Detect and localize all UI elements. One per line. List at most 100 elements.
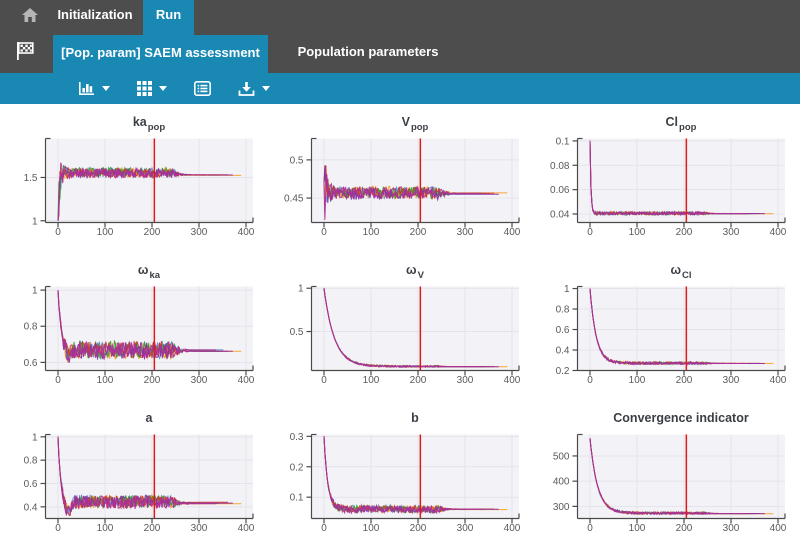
svg-text:200: 200: [410, 227, 427, 238]
svg-text:0.5: 0.5: [290, 327, 304, 338]
tab-saem-assessment[interactable]: [Pop. param] SAEM assessment: [53, 35, 268, 73]
svg-text:200: 200: [410, 375, 427, 386]
svg-text:0.45: 0.45: [284, 194, 304, 205]
chart-title-omega_ka: ωka: [0, 252, 266, 282]
svg-text:400: 400: [504, 227, 521, 238]
settings-list-button[interactable]: [194, 73, 211, 104]
chart-title-omega_V: ωV: [266, 252, 532, 282]
svg-text:0: 0: [55, 523, 61, 534]
chart-b: b0.10.20.30100200300400: [266, 400, 532, 548]
svg-text:200: 200: [676, 523, 693, 534]
svg-text:0.4: 0.4: [24, 502, 38, 513]
checkered-flag-icon: [14, 40, 36, 62]
svg-text:300: 300: [723, 227, 740, 238]
svg-text:100: 100: [97, 227, 114, 238]
app-window: Initialization Run [Pop. param] SAEM ass…: [0, 0, 800, 550]
svg-text:0.08: 0.08: [550, 161, 570, 172]
svg-text:200: 200: [410, 523, 427, 534]
svg-text:100: 100: [629, 227, 646, 238]
tab-run[interactable]: Run: [143, 0, 194, 35]
svg-text:0.1: 0.1: [556, 136, 570, 147]
svg-text:400: 400: [770, 523, 787, 534]
tab-initialization[interactable]: Initialization: [45, 0, 145, 30]
svg-text:0: 0: [321, 227, 327, 238]
svg-text:300: 300: [191, 523, 208, 534]
svg-text:300: 300: [723, 523, 740, 534]
svg-text:1.5: 1.5: [24, 173, 38, 184]
chart-type-button[interactable]: [78, 73, 110, 104]
svg-text:400: 400: [553, 477, 570, 488]
chart-title-omega_Cl: ωCl: [532, 252, 798, 282]
chart-ka_pop: kapop11.50100200300400: [0, 104, 266, 252]
svg-text:1: 1: [32, 286, 38, 297]
chart-canvas-ka_pop: 11.50100200300400: [0, 134, 266, 252]
svg-text:0: 0: [321, 523, 327, 534]
svg-text:500: 500: [553, 451, 570, 462]
convergence-charts-grid: kapop11.50100200300400Vpop0.450.50100200…: [0, 104, 800, 550]
svg-text:0.1: 0.1: [290, 493, 304, 504]
chart-toolbar: [0, 73, 800, 104]
svg-text:400: 400: [238, 523, 255, 534]
svg-text:100: 100: [629, 523, 646, 534]
caret-down-icon: [159, 86, 167, 91]
svg-text:0: 0: [55, 227, 61, 238]
svg-text:400: 400: [504, 523, 521, 534]
chart-title-convergence_indicator: Convergence indicator: [532, 400, 798, 430]
svg-text:0.8: 0.8: [24, 456, 38, 467]
chart-canvas-V_pop: 0.450.50100200300400: [266, 134, 532, 252]
chart-convergence_indicator: Convergence indicator3004005000100200300…: [532, 400, 798, 548]
chart-canvas-Cl_pop: 0.040.060.080.10100200300400: [532, 134, 798, 252]
chart-canvas-b: 0.10.20.30100200300400: [266, 430, 532, 548]
download-icon: [238, 81, 255, 97]
chart-canvas-omega_V: 0.510100200300400: [266, 282, 532, 400]
svg-text:300: 300: [191, 375, 208, 386]
svg-text:0.04: 0.04: [550, 209, 570, 220]
svg-text:300: 300: [457, 375, 474, 386]
svg-text:100: 100: [629, 375, 646, 386]
chart-omega_ka: ωka0.60.810100200300400: [0, 252, 266, 400]
svg-text:400: 400: [238, 227, 255, 238]
grid-layout-icon: [137, 81, 152, 96]
svg-text:0: 0: [321, 375, 327, 386]
svg-text:400: 400: [770, 227, 787, 238]
svg-text:300: 300: [457, 227, 474, 238]
svg-text:400: 400: [504, 375, 521, 386]
svg-text:0.2: 0.2: [556, 366, 570, 377]
chart-title-ka_pop: kapop: [0, 104, 266, 134]
svg-text:400: 400: [770, 375, 787, 386]
svg-text:1: 1: [32, 216, 38, 227]
svg-text:300: 300: [191, 227, 208, 238]
chart-title-b: b: [266, 400, 532, 430]
settings-list-icon: [194, 81, 211, 96]
svg-text:200: 200: [676, 375, 693, 386]
svg-text:100: 100: [363, 375, 380, 386]
svg-text:200: 200: [144, 523, 161, 534]
tab-population-parameters[interactable]: Population parameters: [268, 30, 468, 73]
svg-text:0.06: 0.06: [550, 185, 570, 196]
svg-text:200: 200: [676, 227, 693, 238]
svg-text:100: 100: [97, 375, 114, 386]
download-button[interactable]: [238, 73, 270, 104]
home-icon[interactable]: [21, 6, 39, 24]
chart-title-Cl_pop: Clpop: [532, 104, 798, 134]
svg-text:400: 400: [238, 375, 255, 386]
caret-down-icon: [102, 86, 110, 91]
chart-canvas-convergence_indicator: 300 400 500 0 100 200 300 400: [532, 430, 798, 548]
svg-text:100: 100: [363, 523, 380, 534]
chart-omega_Cl: ωCl0.20.40.60.810100200300400: [532, 252, 798, 400]
svg-text:0.3: 0.3: [290, 432, 304, 443]
svg-text:0.6: 0.6: [24, 479, 38, 490]
svg-text:0: 0: [587, 375, 593, 386]
chart-title-a: a: [0, 400, 266, 430]
svg-text:0: 0: [587, 523, 593, 534]
svg-text:0.2: 0.2: [290, 462, 304, 473]
svg-text:200: 200: [144, 375, 161, 386]
chart-Cl_pop: Clpop0.040.060.080.10100200300400: [532, 104, 798, 252]
svg-text:0.8: 0.8: [556, 305, 570, 316]
chart-omega_V: ωV0.510100200300400: [266, 252, 532, 400]
svg-text:1: 1: [564, 284, 570, 295]
bar-chart-icon: [78, 81, 95, 97]
chart-title-V_pop: Vpop: [266, 104, 532, 134]
svg-text:300: 300: [553, 502, 570, 513]
grid-layout-button[interactable]: [137, 73, 167, 104]
